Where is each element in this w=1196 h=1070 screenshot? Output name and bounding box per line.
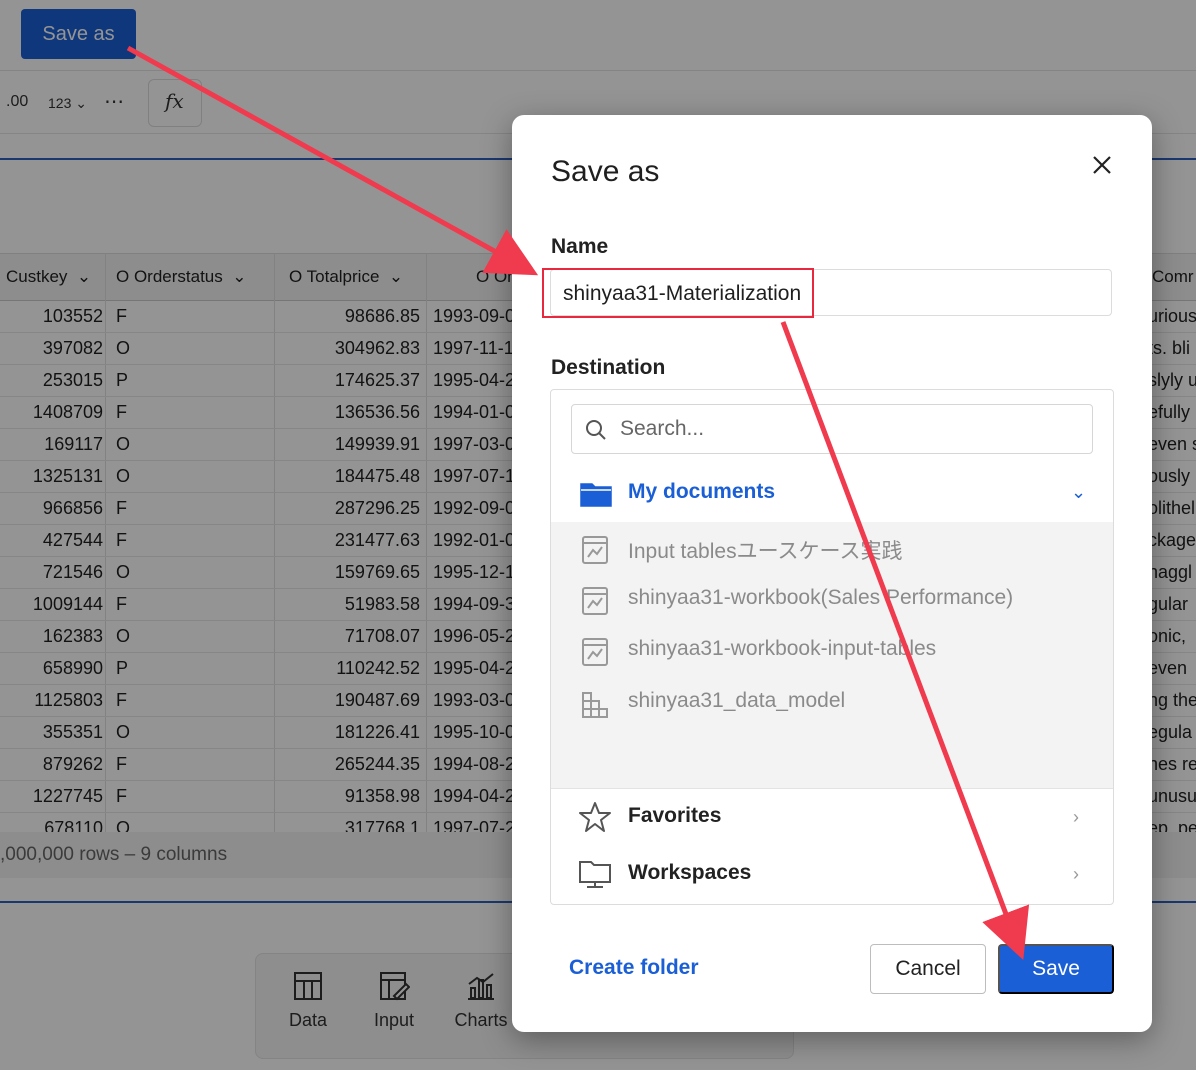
workbook-icon — [582, 587, 608, 615]
dialog-title: Save as — [551, 155, 660, 188]
document-label: shinyaa31-workbook(Sales Performance) — [628, 586, 1014, 609]
data-model-icon — [582, 692, 608, 718]
nav-favorites[interactable]: Favorites › — [551, 788, 1113, 845]
workspaces-label: Workspaces — [628, 861, 752, 884]
close-icon[interactable] — [1090, 153, 1114, 177]
document-item[interactable]: shinyaa31-workbook(Sales Performance) — [579, 580, 1099, 620]
chevron-right-icon: › — [1073, 864, 1079, 884]
annotation-highlight-box — [542, 268, 814, 318]
destination-label: Destination — [551, 356, 666, 379]
document-item[interactable]: shinyaa31-workbook-input-tables — [579, 631, 1099, 671]
save-as-dialog: Save as Name shinyaa31-Materialization D… — [512, 115, 1152, 1032]
favorites-label: Favorites — [628, 804, 722, 827]
document-item[interactable]: Input tablesユースケース実践 — [579, 529, 1099, 569]
documents-list: Input tablesユースケース実践 shinyaa31-workbook(… — [551, 522, 1113, 788]
cancel-button[interactable]: Cancel — [870, 944, 986, 994]
name-label: Name — [551, 235, 609, 258]
save-button[interactable]: Save — [998, 944, 1114, 994]
chevron-right-icon: › — [1073, 807, 1079, 827]
document-label: shinyaa31_data_model — [628, 689, 846, 712]
destination-browser: Search... My documents ⌄ Input tablesユース… — [550, 389, 1114, 905]
nav-workspaces[interactable]: Workspaces › — [551, 846, 1113, 902]
document-label: Input tablesユースケース実践 — [628, 540, 903, 563]
chevron-down-icon: ⌄ — [1071, 482, 1087, 502]
my-documents-label: My documents — [628, 480, 776, 503]
folder-my-documents[interactable]: My documents ⌄ — [551, 470, 1113, 522]
search-icon — [586, 420, 606, 440]
create-folder-link[interactable]: Create folder — [569, 956, 699, 980]
folder-icon — [580, 483, 612, 507]
star-icon — [579, 802, 611, 832]
search-placeholder: Search... — [620, 417, 705, 440]
document-item[interactable]: shinyaa31_data_model — [579, 683, 1099, 723]
destination-search-input[interactable]: Search... — [571, 404, 1093, 454]
document-label: shinyaa31-workbook-input-tables — [628, 637, 937, 660]
workspace-folder-icon — [579, 861, 611, 888]
workbook-icon — [582, 536, 608, 564]
workbook-icon — [582, 638, 608, 666]
